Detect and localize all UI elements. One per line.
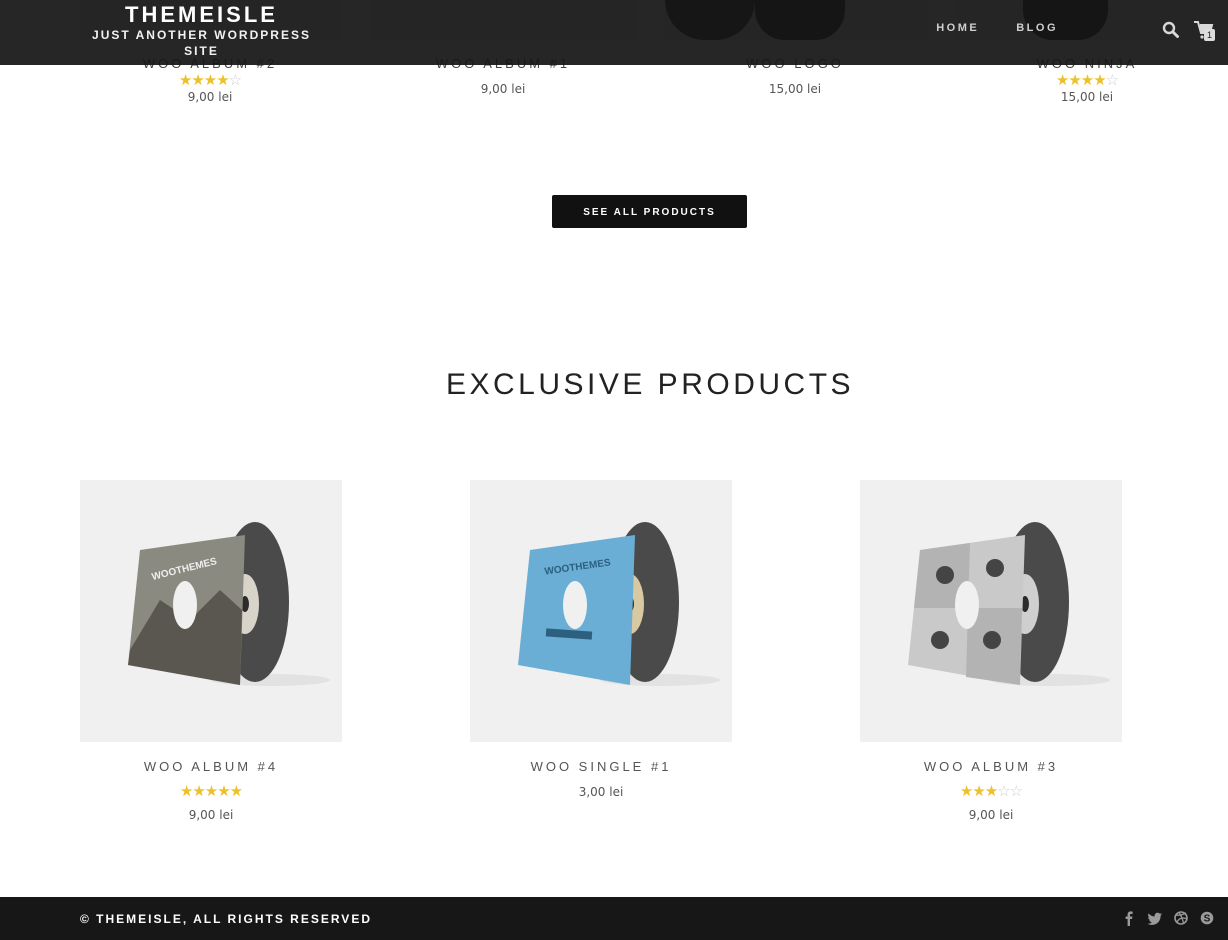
- nav-item-home[interactable]: HOME: [936, 22, 979, 34]
- site-tagline: JUST ANOTHER WORDPRESS SITE: [92, 28, 311, 58]
- star-empty-icon: ☆: [228, 72, 242, 89]
- star-filled-icon: ★: [203, 72, 217, 89]
- star-filled-icon: ★: [1055, 72, 1069, 89]
- rating-stars: ★★★☆☆: [860, 783, 1122, 801]
- product-price: 3,00 lei: [578, 785, 624, 799]
- product-card: WOO ALBUM #3 ★★★☆☆ 9,00 lei: [860, 480, 1122, 822]
- site-header: THEMEISLE JUST ANOTHER WORDPRESS SITE HO…: [0, 0, 1228, 65]
- star-filled-icon: ★: [217, 783, 230, 800]
- star-filled-icon: ★: [959, 783, 973, 800]
- star-filled-icon: ★: [1080, 72, 1094, 89]
- star-filled-icon: ★: [216, 72, 229, 89]
- site-footer: © THEMEISLE, ALL RIGHTS RESERVED S: [0, 897, 1228, 940]
- twitter-icon[interactable]: [1147, 910, 1162, 926]
- product-image[interactable]: WOOTHEMES: [80, 480, 342, 742]
- star-filled-icon: ★: [191, 72, 204, 89]
- star-filled-icon: ★: [1093, 72, 1106, 89]
- rating-stars: ★★★★★: [80, 783, 342, 801]
- product-price: 9,00 lei: [968, 808, 1014, 822]
- star-filled-icon: ★: [984, 783, 998, 800]
- star-empty-icon: ☆: [1009, 783, 1023, 800]
- product-image[interactable]: [860, 480, 1122, 742]
- star-filled-icon: ★: [179, 783, 193, 800]
- star-filled-icon: ★: [192, 783, 205, 800]
- copyright-text: © THEMEISLE, ALL RIGHTS RESERVED: [80, 912, 372, 926]
- star-empty-icon: ☆: [997, 783, 1010, 800]
- section-title: EXCLUSIVE PRODUCTS: [445, 368, 855, 401]
- star-filled-icon: ★: [178, 72, 192, 89]
- cart-count-badge[interactable]: 1: [1204, 29, 1215, 41]
- facebook-icon[interactable]: [1122, 910, 1136, 926]
- product-name[interactable]: WOO SINGLE #1: [470, 759, 732, 775]
- rating-stars: ★★★★☆: [957, 72, 1217, 90]
- product-price: 9,00 lei: [480, 82, 526, 96]
- product-name[interactable]: WOO ALBUM #4: [80, 759, 342, 775]
- product-image[interactable]: WOOTHEMES: [470, 480, 732, 742]
- star-filled-icon: ★: [1068, 72, 1081, 89]
- product-price: 15,00 lei: [768, 82, 822, 96]
- svg-text:S: S: [1204, 914, 1211, 925]
- product-name[interactable]: WOO ALBUM #3: [860, 759, 1122, 775]
- search-icon[interactable]: [1162, 21, 1180, 39]
- star-filled-icon: ★: [229, 783, 243, 800]
- see-all-products-button[interactable]: SEE ALL PRODUCTS: [552, 195, 747, 228]
- site-branding[interactable]: THEMEISLE JUST ANOTHER WORDPRESS SITE: [80, 3, 323, 59]
- star-empty-icon: ☆: [1105, 72, 1119, 89]
- rating-stars: ★★★★☆: [80, 72, 340, 90]
- social-links: S: [1122, 910, 1214, 926]
- product-card: WOOTHEMES WOO SINGLE #1 3,00 lei: [470, 480, 732, 799]
- star-filled-icon: ★: [972, 783, 985, 800]
- dribbble-icon[interactable]: [1174, 910, 1188, 926]
- skype-icon[interactable]: S: [1200, 910, 1214, 926]
- main-nav: HOME BLOG: [936, 22, 1058, 34]
- product-card: WOOTHEMES WOO ALBUM #4 ★★★★★ 9,00 lei: [80, 480, 342, 822]
- star-filled-icon: ★: [204, 783, 218, 800]
- product-price: 9,00 lei: [188, 808, 234, 822]
- site-title[interactable]: THEMEISLE: [80, 3, 323, 27]
- product-price: 9,00 lei: [187, 90, 233, 104]
- product-price: 15,00 lei: [1060, 90, 1114, 104]
- nav-item-blog[interactable]: BLOG: [1016, 22, 1058, 34]
